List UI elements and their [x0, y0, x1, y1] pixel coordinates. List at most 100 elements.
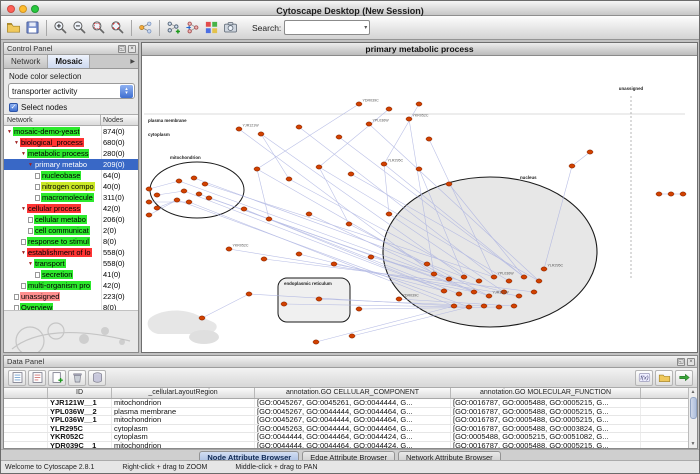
search-dropdown-icon[interactable]: ▾ — [362, 24, 369, 31]
tree-col-network[interactable]: Network — [4, 115, 101, 125]
table-row[interactable]: YPL036W__2plasma membrane[GO:0045267, GO… — [4, 408, 697, 417]
cell[interactable]: [GO:0016787, GO:0005488, GO:0005215, G..… — [451, 399, 641, 407]
expander-icon[interactable]: ▼ — [20, 151, 27, 157]
tree-item-mosaic-demo-yeast[interactable]: ▼mosaic-demo-yeast874(0) — [4, 126, 138, 137]
open-session-icon[interactable] — [5, 19, 23, 37]
cell[interactable]: [GO:0045267, GO:0045261, GO:0044444, G..… — [255, 399, 451, 407]
delete-attribute-icon[interactable] — [68, 370, 86, 386]
tree-item-cellular-process[interactable]: ▼cellular process42(0) — [4, 203, 138, 214]
table-row[interactable]: YDR039C__1mitochondrion[GO:0044444, GO:0… — [4, 442, 697, 448]
network-view-title[interactable]: primary metabolic process — [142, 43, 697, 56]
unselect-attributes-icon[interactable] — [28, 370, 46, 386]
search-input[interactable] — [285, 23, 362, 32]
screenshot-icon[interactable] — [222, 19, 240, 37]
first-neighbors-icon[interactable] — [137, 19, 155, 37]
cell[interactable]: YLR295C — [48, 425, 112, 433]
expander-icon[interactable]: ▼ — [6, 129, 13, 135]
scrollbar-thumb[interactable] — [690, 397, 697, 419]
new-network-icon[interactable] — [165, 19, 183, 37]
table-header-row[interactable]: ID_cellularLayoutRegionannotation.GO CEL… — [4, 388, 697, 399]
tree-item-secretion[interactable]: secretion41(0) — [4, 269, 138, 280]
tree-item-nitrogen-compo[interactable]: nitrogen compo40(0) — [4, 181, 138, 192]
cell[interactable]: [GO:0045263, GO:0044444, GO:0044464, G..… — [255, 425, 451, 433]
tree-item-transport[interactable]: ▼transport558(0) — [4, 258, 138, 269]
column-header[interactable]: _cellularLayoutRegion — [112, 388, 255, 398]
expander-icon[interactable]: ▼ — [20, 250, 27, 256]
cell[interactable]: YJR121W__1 — [48, 399, 112, 407]
import-network-icon[interactable] — [184, 19, 202, 37]
attribute-batch-icon[interactable] — [675, 370, 693, 386]
tree-header[interactable]: Network Nodes — [4, 114, 138, 126]
cell[interactable]: plasma membrane — [112, 408, 255, 416]
tree-item-metabolic-process[interactable]: ▼metabolic process280(0) — [4, 148, 138, 159]
titlebar[interactable]: Cytoscape Desktop (New Session) — [1, 1, 699, 16]
cell[interactable]: YPL036W__2 — [48, 408, 112, 416]
cell[interactable]: cytoplasm — [112, 433, 255, 441]
zoom-fit-icon[interactable] — [109, 19, 127, 37]
cell[interactable]: mitochondrion — [112, 442, 255, 448]
cell[interactable]: [GO:0044444, GO:0044464, GO:0044424, G..… — [255, 442, 451, 448]
tab-mosaic[interactable]: Mosaic — [48, 55, 90, 68]
cell[interactable]: [GO:0016787, GO:0005488, GO:0005215, G..… — [451, 442, 641, 448]
network-canvas-wrap[interactable]: plasma membranecytoplasmmitochondrionnuc… — [142, 56, 697, 352]
column-header[interactable]: annotation.GO CELLULAR_COMPONENT — [255, 388, 451, 398]
close-panel-icon[interactable]: × — [687, 358, 695, 366]
table-row[interactable]: YLR295Ccytoplasm[GO:0045263, GO:0044444,… — [4, 425, 697, 434]
close-panel-icon[interactable]: × — [128, 45, 136, 53]
zoom-selected-region-icon[interactable] — [90, 19, 108, 37]
table-scrollbar[interactable]: ▲ ▼ — [688, 388, 697, 448]
search-field[interactable]: ▾ — [284, 20, 370, 35]
cell[interactable]: YDR039C__1 — [48, 442, 112, 448]
table-row[interactable]: YJR121W__1mitochondrion[GO:0045267, GO:0… — [4, 399, 697, 408]
tree-item-cellular-metabo[interactable]: cellular metabo206(0) — [4, 214, 138, 225]
scroll-down-icon[interactable]: ▼ — [691, 440, 696, 448]
cell[interactable]: [GO:0016787, GO:0005488, GO:0003824, G..… — [451, 425, 641, 433]
tree-item-multi-organism-pro[interactable]: multi-organism pro42(0) — [4, 280, 138, 291]
cell[interactable]: mitochondrion — [112, 416, 255, 424]
select-nodes-checkbox[interactable]: ✓ — [9, 103, 18, 112]
import-attributes-icon[interactable] — [655, 370, 673, 386]
cell[interactable]: [GO:0044444, GO:0044464, GO:0044424, G..… — [255, 433, 451, 441]
tree-item-nucleobase[interactable]: nucleobase64(0) — [4, 170, 138, 181]
expander-icon[interactable]: ▼ — [13, 140, 20, 146]
cell[interactable]: [GO:0045267, GO:0044444, GO:0044464, G..… — [255, 416, 451, 424]
color-attribute-select[interactable]: transporter activity ▴▾ — [8, 83, 135, 99]
maximize-window-button[interactable] — [31, 5, 39, 13]
tree-item-response-to-stimul[interactable]: response to stimul8(0) — [4, 236, 138, 247]
cell[interactable]: [GO:0005488, GO:0005215, GO:0051082, G..… — [451, 433, 641, 441]
save-session-icon[interactable] — [24, 19, 42, 37]
cell[interactable]: mitochondrion — [112, 399, 255, 407]
float-panel-icon[interactable]: ◱ — [118, 45, 126, 53]
tree-item-macromolecule[interactable]: macromolecule311(0) — [4, 192, 138, 203]
expander-icon[interactable]: ▼ — [20, 206, 27, 212]
tree-col-nodes[interactable]: Nodes — [101, 115, 138, 125]
table-row[interactable]: YKR052Ccytoplasm[GO:0044444, GO:0044464,… — [4, 433, 697, 442]
clear-attribute-icon[interactable] — [88, 370, 106, 386]
formula-builder-icon[interactable]: f(x) — [635, 370, 653, 386]
select-attributes-icon[interactable] — [8, 370, 26, 386]
vizmapper-icon[interactable] — [203, 19, 221, 37]
cell[interactable]: [GO:0016787, GO:0005488, GO:0005215, G..… — [451, 408, 641, 416]
tree-item-biological-process[interactable]: ▼biological_process680(0) — [4, 137, 138, 148]
tab-network[interactable]: Network — [4, 55, 48, 68]
cell[interactable]: [GO:0045267, GO:0044444, GO:0044464, G..… — [255, 408, 451, 416]
zoom-in-icon[interactable] — [52, 19, 70, 37]
close-window-button[interactable] — [7, 5, 15, 13]
new-attribute-icon[interactable] — [48, 370, 66, 386]
table-row[interactable]: YPL036W__1mitochondrion[GO:0045267, GO:0… — [4, 416, 697, 425]
float-panel-icon[interactable]: ◱ — [677, 358, 685, 366]
column-header[interactable]: ID — [48, 388, 112, 398]
expander-icon[interactable]: ▼ — [27, 162, 34, 168]
column-header[interactable]: annotation.GO MOLECULAR_FUNCTION — [451, 388, 641, 398]
tree-item-establishment-of-lo[interactable]: ▼establishment of lo558(0) — [4, 247, 138, 258]
scroll-up-icon[interactable]: ▲ — [691, 388, 696, 396]
cell[interactable]: cytoplasm — [112, 425, 255, 433]
tab-scroll-right-icon[interactable]: ▶ — [127, 55, 138, 68]
tree-item-primary-metabo[interactable]: ▼primary metabo209(0) — [4, 159, 138, 170]
network-canvas[interactable]: plasma membranecytoplasmmitochondrionnuc… — [142, 56, 697, 352]
select-nodes-row[interactable]: ✓ Select nodes — [4, 101, 138, 114]
zoom-out-icon[interactable] — [71, 19, 89, 37]
tree-item-unassigned[interactable]: unassigned223(0) — [4, 291, 138, 302]
cell[interactable]: YPL036W__1 — [48, 416, 112, 424]
cell[interactable]: YKR052C — [48, 433, 112, 441]
